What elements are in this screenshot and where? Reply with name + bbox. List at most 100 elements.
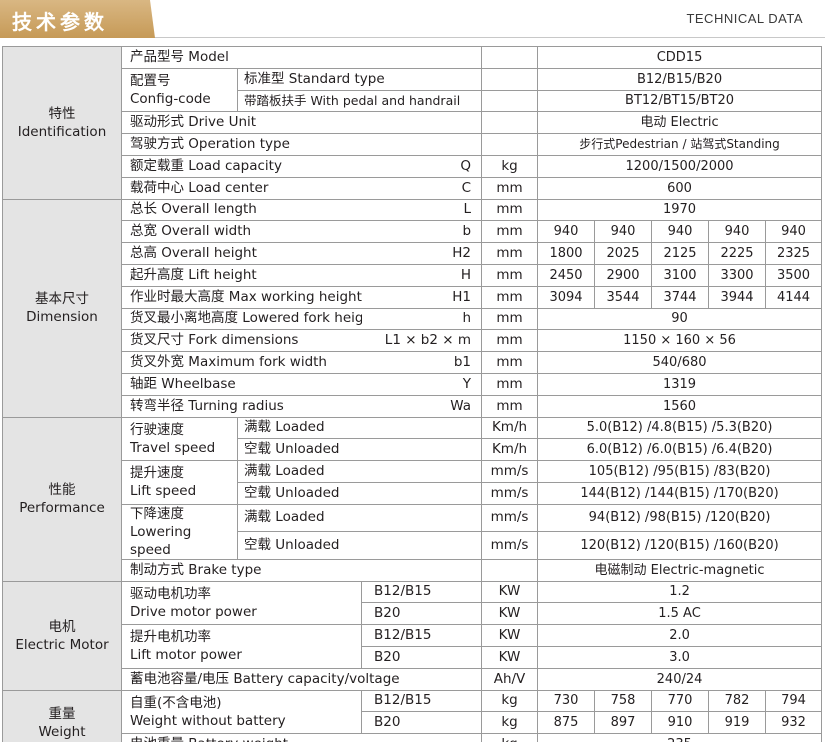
value-cell: 770 bbox=[651, 689, 710, 713]
sub-label: 空载 Unloaded bbox=[236, 481, 483, 505]
value-cell: 2025 bbox=[594, 242, 653, 265]
value-cell: 4144 bbox=[765, 285, 823, 309]
value-cell: 步行式Pedestrian / 站驾式Standing bbox=[537, 133, 823, 156]
value-cell: 940 bbox=[708, 220, 767, 244]
table-row: 制动方式 Brake type 电磁制动 Electric-magnetic bbox=[3, 558, 823, 582]
row-label-cn: 下降速度 bbox=[130, 505, 184, 522]
row-label: 行驶速度 Travel speed bbox=[121, 416, 238, 462]
row-label-en: Config-code bbox=[130, 91, 211, 108]
unit-cell: mm/s bbox=[481, 503, 539, 533]
table-row: 载荷中心 Load center C mm 600 bbox=[3, 176, 823, 200]
row-label: 配置号 Config-code bbox=[121, 67, 238, 113]
header: 技术参数 TECHNICAL DATA bbox=[0, 0, 825, 44]
unit-cell: mm/s bbox=[481, 531, 539, 560]
row-label: 额定载重 Load capacity bbox=[121, 154, 362, 178]
value-cell: 120(B12) /120(B15) /160(B20) bbox=[537, 531, 823, 560]
row-label: 驱动形式 Drive Unit bbox=[120, 111, 483, 135]
table-row: 下降速度 Lowering speed 满载 Loaded mm/s 94(B1… bbox=[3, 503, 823, 560]
row-label: 作业时最大高度 Max working height bbox=[121, 285, 362, 309]
unit-cell: mm/s bbox=[481, 460, 539, 483]
section-label-cn: 重量 bbox=[48, 705, 76, 722]
row-label-cn: 配置号 bbox=[130, 73, 171, 90]
unit-cell: kg bbox=[481, 154, 539, 178]
unit-cell: kg bbox=[481, 711, 539, 735]
section-label-cn: 电机 bbox=[48, 618, 76, 635]
unit-cell: Km/h bbox=[481, 438, 539, 462]
row-label: 总宽 Overall width bbox=[121, 220, 362, 244]
symbol-cell: H2 bbox=[361, 242, 483, 265]
value-cell: 1970 bbox=[537, 198, 823, 222]
value-cell: 3100 bbox=[651, 263, 710, 287]
symbol-cell: h bbox=[361, 307, 483, 331]
unit-cell bbox=[481, 89, 539, 113]
model-cell: B20 bbox=[360, 711, 483, 735]
unit-cell: mm bbox=[481, 220, 539, 244]
table-row: 货叉最小离地高度 Lowered fork height h mm 90 bbox=[3, 307, 823, 331]
value-cell: 2125 bbox=[651, 242, 710, 265]
table-row: 货叉外宽 Maximum fork width b1 mm 540/680 bbox=[3, 351, 823, 374]
value-cell: 1200/1500/2000 bbox=[537, 154, 823, 178]
row-label: 自重(不含电池) Weight without battery bbox=[121, 689, 362, 735]
page-subtitle: TECHNICAL DATA bbox=[686, 11, 803, 26]
symbol-cell: b bbox=[361, 220, 483, 244]
row-label: 蓄电池容量/电压 Battery capacity/voltage bbox=[120, 667, 483, 691]
row-label-cn: 提升电机功率 bbox=[130, 629, 211, 646]
value-cell: 2325 bbox=[765, 242, 823, 265]
row-label: 货叉外宽 Maximum fork width bbox=[121, 351, 362, 374]
model-cell: B20 bbox=[360, 602, 483, 626]
section-identification: 特性 Identification bbox=[2, 46, 122, 200]
unit-cell bbox=[481, 558, 539, 582]
unit-cell bbox=[481, 46, 539, 69]
model-cell: B12/B15 bbox=[360, 580, 483, 604]
unit-cell: Ah/V bbox=[481, 667, 539, 691]
section-label-en: Electric Motor bbox=[15, 636, 109, 653]
value-cell: 730 bbox=[537, 689, 596, 713]
row-label: 转弯半径 Turning radius bbox=[121, 394, 362, 418]
value-cell: 6.0(B12) /6.0(B15) /6.4(B20) bbox=[537, 438, 823, 462]
table-row: 提升速度 Lift speed 满载 Loaded mm/s 105(B12) … bbox=[3, 460, 823, 505]
unit-cell: mm bbox=[481, 242, 539, 265]
section-dimension: 基本尺寸 Dimension bbox=[2, 198, 122, 418]
symbol-cell: Y bbox=[361, 372, 483, 396]
title-tab: 技术参数 bbox=[0, 0, 155, 38]
table-row: 转弯半径 Turning radius Wa mm 1560 bbox=[3, 394, 823, 418]
value-cell: 940 bbox=[651, 220, 710, 244]
value-cell: 919 bbox=[708, 711, 767, 735]
value-cell: 1319 bbox=[537, 372, 823, 396]
row-label: 货叉尺寸 Fork dimensions bbox=[121, 329, 362, 353]
unit-cell bbox=[481, 67, 539, 91]
unit-cell: mm bbox=[481, 176, 539, 200]
row-label: 制动方式 Brake type bbox=[120, 558, 483, 582]
value-cell: 758 bbox=[594, 689, 653, 713]
table-row: 总高 Overall height H2 mm 1800 2025 2125 2… bbox=[3, 242, 823, 265]
value-cell: 2450 bbox=[537, 263, 596, 287]
value-cell: 2225 bbox=[708, 242, 767, 265]
value-cell: 897 bbox=[594, 711, 653, 735]
value-cell: 794 bbox=[765, 689, 823, 713]
value-cell: 940 bbox=[765, 220, 823, 244]
table-row: 货叉尺寸 Fork dimensions L1 × b2 × m mm 1150… bbox=[3, 329, 823, 353]
table-row: 额定载重 Load capacity Q kg 1200/1500/2000 bbox=[3, 154, 823, 178]
value-cell: 144(B12) /144(B15) /170(B20) bbox=[537, 481, 823, 505]
value-cell: 540/680 bbox=[537, 351, 823, 374]
row-label: 提升电机功率 Lift motor power bbox=[121, 624, 362, 669]
value-cell: 电动 Electric bbox=[537, 111, 823, 135]
unit-cell: mm bbox=[481, 351, 539, 374]
value-cell: 2.0 bbox=[537, 624, 823, 647]
table-row: 基本尺寸 Dimension 总长 Overall length L mm 19… bbox=[2, 198, 823, 418]
value-cell: 940 bbox=[537, 220, 596, 244]
section-label-cn: 性能 bbox=[48, 482, 76, 499]
value-cell: 235 bbox=[537, 733, 823, 742]
sub-label: 空载 Unloaded bbox=[236, 438, 483, 462]
sub-label: 标准型 Standard type bbox=[236, 67, 483, 91]
value-cell: 3944 bbox=[708, 285, 767, 309]
value-cell: 电磁制动 Electric-magnetic bbox=[537, 558, 823, 582]
value-cell: B12/B15/B20 bbox=[537, 67, 823, 91]
section-label-en: Weight bbox=[38, 723, 86, 740]
value-cell: 932 bbox=[765, 711, 823, 735]
value-cell: 1.5 AC bbox=[537, 602, 823, 626]
symbol-cell: H bbox=[361, 263, 483, 287]
row-label: 总长 Overall length bbox=[121, 198, 362, 222]
table-row: 驱动形式 Drive Unit 电动 Electric bbox=[3, 111, 823, 135]
section-performance: 性能 Performance bbox=[2, 416, 122, 582]
